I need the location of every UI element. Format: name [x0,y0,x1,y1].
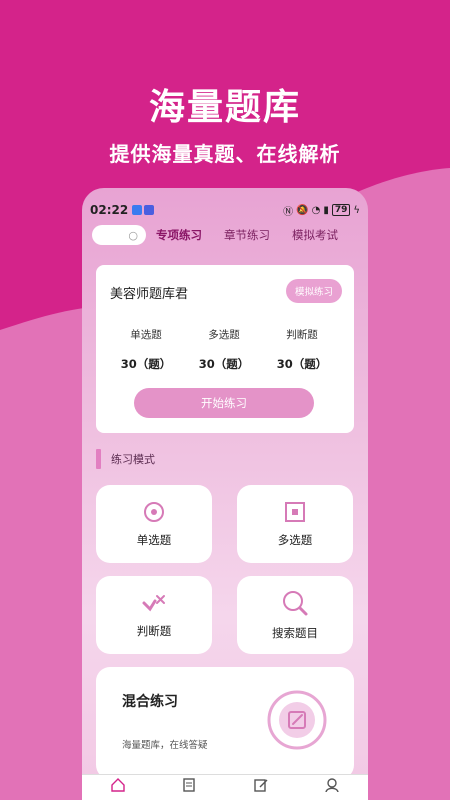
stat-label: 单选题 [130,329,162,341]
document-icon [183,778,195,792]
top-tabs: ○ 专项练习 章节练习 模拟考试 [82,222,368,248]
wifi-icon: ◔ [311,204,321,216]
nav-records[interactable] [159,775,219,792]
stat-judge: 判断题 30（题） [262,327,342,372]
mode-multi-choice[interactable]: 多选题 [237,485,353,563]
battery-icon: 79 [331,204,351,216]
nav-profile[interactable] [302,775,362,792]
bank-name: 美容师题库君 [110,287,189,302]
nav-home[interactable] [88,775,148,792]
mode-label: 单选题 [136,533,172,547]
edit-icon [254,779,268,792]
mode-single-choice[interactable]: 单选题 [96,485,212,563]
nav-notes[interactable] [231,775,291,792]
mode-label: 搜索题目 [272,626,318,640]
notification-app-icon [132,205,143,215]
edit-note-icon [267,690,327,750]
mock-practice-button[interactable]: 模拟练习 [286,279,342,303]
stat-label: 多选题 [208,329,240,341]
question-bank-card: 美容师题库君 模拟练习 单选题 30（题） 多选题 30（题） 判断题 30（题… [96,265,354,433]
sim-icon: ▮ [323,204,329,216]
multi-choice-icon [285,502,305,522]
stat-multi: 多选题 30（题） [184,327,264,372]
search-input[interactable]: ○ [92,225,146,245]
judge-icon [142,595,165,612]
stat-value: 30（题） [120,357,172,371]
stat-value: 30（题） [198,357,250,371]
mixed-practice-card[interactable]: 混合练习 海量题库，在线答疑 [96,667,354,779]
search-icon [283,591,308,616]
start-practice-button[interactable]: 开始练习 [134,388,314,418]
notification-app-icon [144,205,155,215]
home-icon [111,778,125,792]
phone-screen: 02:22 Ⓝ 🔕 ◔ ▮ 79 ϟ ○ 专项练习 章节练习 模拟考试 美容师题… [82,188,368,800]
mode-judge[interactable]: 判断题 [96,576,212,654]
mix-subtitle: 海量题库，在线答疑 [122,740,208,751]
tab-chapter-practice[interactable]: 章节练习 [224,227,270,243]
stat-value: 30（题） [276,357,328,371]
tab-mock-exam[interactable]: 模拟考试 [292,227,338,243]
stat-label: 判断题 [286,329,318,341]
charging-icon: ϟ [353,204,360,216]
mode-label: 判断题 [136,624,172,638]
section-title: 练习模式 [111,453,155,466]
search-icon: ○ [128,229,138,242]
section-header: 练习模式 [96,448,155,470]
mode-label: 多选题 [277,533,313,547]
hero-title: 海量题库 [148,87,301,128]
status-time: 02:22 [90,203,129,217]
single-choice-icon [144,502,164,522]
section-accent-bar [96,449,101,469]
mute-icon: 🔕 [296,204,309,216]
mode-search[interactable]: 搜索题目 [237,576,353,654]
nfc-icon: Ⓝ [283,206,294,218]
hero-subtitle: 提供海量真题、在线解析 [109,142,341,166]
bottom-nav [82,774,368,800]
tab-special-practice[interactable]: 专项练习 [156,227,202,243]
stat-single: 单选题 30（题） [106,327,186,372]
status-icons: Ⓝ 🔕 ◔ ▮ 79 ϟ [283,203,360,218]
mix-title: 混合练习 [122,694,178,710]
profile-icon [325,778,339,792]
